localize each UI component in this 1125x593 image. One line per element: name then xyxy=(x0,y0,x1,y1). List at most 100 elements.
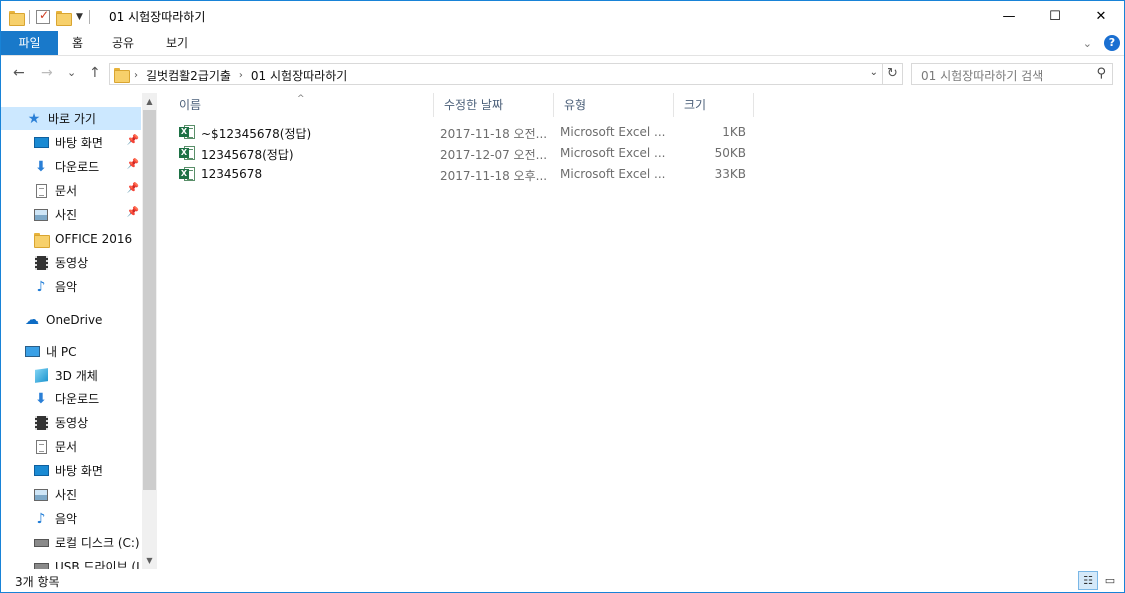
tab-home[interactable]: 홈 xyxy=(58,31,97,55)
sidebar-item-pc-pictures[interactable]: 사진 xyxy=(1,483,141,506)
search-icon[interactable]: ⚲ xyxy=(1096,66,1106,81)
pin-icon[interactable]: 📌 xyxy=(127,183,139,194)
navigation-pane: ★ 바로 가기 바탕 화면 📌 ⬇ 다운로드 📌 문서 📌 사진 � xyxy=(1,93,157,569)
file-name: ~$12345678(정답) xyxy=(201,127,312,141)
up-button[interactable]: ↑ xyxy=(89,65,101,81)
download-icon: ⬇ xyxy=(35,158,47,175)
help-icon[interactable]: ? xyxy=(1104,35,1120,51)
sidebar-item-label: 내 PC xyxy=(46,345,77,359)
sidebar-item-pc-documents[interactable]: 문서 xyxy=(1,435,141,458)
sidebar-item-pictures[interactable]: 사진 📌 xyxy=(1,203,141,226)
details-view-button[interactable]: ☷ xyxy=(1078,571,1098,590)
breadcrumb-item[interactable]: 01 시험장따라하기 xyxy=(251,67,347,84)
file-row[interactable]: X ~$12345678(정답) 2017-11-18 오전... Micros… xyxy=(169,122,749,143)
sidebar-item-label: 바탕 화면 xyxy=(55,464,103,478)
file-type: Microsoft Excel ... xyxy=(560,125,666,139)
sidebar-item-label: 바로 가기 xyxy=(48,112,96,126)
minimize-button[interactable]: — xyxy=(986,1,1032,31)
sidebar-item-this-pc[interactable]: 내 PC xyxy=(1,340,141,363)
file-name: 12345678(정답) xyxy=(201,148,294,162)
music-icon: ♪ xyxy=(36,278,46,295)
status-bar: 3개 항목 ☷ ▭ xyxy=(1,570,1124,592)
sidebar-item-onedrive[interactable]: ☁ OneDrive xyxy=(1,308,141,331)
search-input[interactable]: 01 시험장따라하기 검색 ⚲ xyxy=(911,63,1113,85)
properties-icon[interactable] xyxy=(36,8,50,24)
new-folder-icon[interactable] xyxy=(56,10,72,26)
refresh-button[interactable]: ↻ xyxy=(883,63,903,85)
breadcrumb-item[interactable]: 길벗컴활2급기출 xyxy=(146,67,231,84)
sidebar-item-pc-music[interactable]: ♪ 음악 xyxy=(1,507,141,530)
sidebar-item-label: 음악 xyxy=(55,280,78,294)
pin-icon[interactable]: 📌 xyxy=(127,159,139,170)
column-header-label: 이름 xyxy=(179,98,202,112)
address-history-icon[interactable]: ⌄ xyxy=(870,67,878,78)
column-header-date[interactable]: 수정한 날짜 xyxy=(434,93,554,117)
ribbon-tabs: 파일 홈 공유 보기 ⌄ ? xyxy=(1,31,1124,56)
item-count: 3개 항목 xyxy=(15,575,60,589)
sidebar-item-documents[interactable]: 문서 📌 xyxy=(1,179,141,202)
3d-objects-icon xyxy=(34,368,48,383)
sidebar-item-pc-downloads[interactable]: ⬇ 다운로드 xyxy=(1,387,141,410)
sidebar-item-label: 다운로드 xyxy=(55,160,100,174)
sidebar-item-downloads[interactable]: ⬇ 다운로드 📌 xyxy=(1,155,141,178)
scroll-up-icon[interactable]: ▲ xyxy=(142,93,157,110)
sidebar-scrollbar[interactable]: ▲ ▼ xyxy=(142,93,157,569)
navigation-bar: ← → ⌄ ↑ › 길벗컴활2급기출 › 01 시험장따라하기 ⌄ ↻ 01 시… xyxy=(1,57,1124,91)
recent-locations-button[interactable]: ⌄ xyxy=(67,66,76,79)
sidebar-item-music[interactable]: ♪ 음악 xyxy=(1,275,141,298)
pin-icon[interactable]: 📌 xyxy=(127,207,139,218)
column-header-size[interactable]: 크기 xyxy=(674,93,754,117)
back-button[interactable]: ← xyxy=(13,65,25,81)
sidebar-item-label: USB 드라이브 (I xyxy=(55,560,140,569)
sidebar-item-label: 음악 xyxy=(55,512,78,526)
forward-button[interactable]: → xyxy=(41,65,53,81)
sidebar-item-label: 3D 개체 xyxy=(55,369,98,383)
sidebar-item-quick-access[interactable]: ★ 바로 가기 xyxy=(1,107,141,130)
scroll-down-icon[interactable]: ▼ xyxy=(142,552,157,569)
large-icons-view-button[interactable]: ▭ xyxy=(1100,571,1120,590)
breadcrumb-separator-icon[interactable]: › xyxy=(239,70,243,81)
video-icon xyxy=(34,255,48,270)
file-size: 33KB xyxy=(714,167,746,181)
file-date: 2017-11-18 오전... xyxy=(440,127,548,141)
excel-file-icon: X xyxy=(179,166,195,182)
breadcrumb: › 길벗컴활2급기출 › 01 시험장따라하기 xyxy=(134,67,347,84)
picture-icon xyxy=(34,208,48,221)
divider xyxy=(88,10,90,24)
breadcrumb-separator-icon[interactable]: › xyxy=(134,70,138,81)
tab-view[interactable]: 보기 xyxy=(152,31,202,55)
file-row[interactable]: X 12345678(정답) 2017-12-07 오전... Microsof… xyxy=(169,143,749,164)
sidebar-item-pc-desktop[interactable]: 바탕 화면 xyxy=(1,459,141,482)
folder-icon xyxy=(9,10,25,26)
sidebar-item-local-disk[interactable]: 로컬 디스크 (C:) xyxy=(1,531,141,554)
title-bar: ▼ 01 시험장따라하기 — ☐ ✕ xyxy=(1,1,1124,31)
sidebar-item-3d-objects[interactable]: 3D 개체 xyxy=(1,364,141,387)
close-button[interactable]: ✕ xyxy=(1078,1,1124,31)
music-icon: ♪ xyxy=(36,510,46,527)
excel-file-icon: X xyxy=(179,145,195,161)
sidebar-item-videos[interactable]: 동영상 xyxy=(1,251,141,274)
column-header-name[interactable]: 이름 ^ xyxy=(169,93,434,117)
pin-icon[interactable]: 📌 xyxy=(127,135,139,146)
video-icon xyxy=(34,415,48,430)
sidebar-item-office-2016[interactable]: OFFICE 2016 xyxy=(1,227,141,250)
tab-file[interactable]: 파일 xyxy=(1,31,58,55)
download-icon: ⬇ xyxy=(35,390,47,407)
sidebar-item-usb-drive[interactable]: USB 드라이브 (I xyxy=(1,555,141,569)
maximize-button[interactable]: ☐ xyxy=(1032,1,1078,31)
file-date: 2017-12-07 오전... xyxy=(440,148,548,162)
file-row[interactable]: X 12345678 2017-11-18 오후... Microsoft Ex… xyxy=(169,164,749,185)
column-header-type[interactable]: 유형 xyxy=(554,93,674,117)
customize-toolbar-icon[interactable]: ▼ xyxy=(76,12,83,22)
address-bar[interactable]: › 길벗컴활2급기출 › 01 시험장따라하기 ⌄ xyxy=(109,63,883,85)
tab-share[interactable]: 공유 xyxy=(98,31,148,55)
expand-ribbon-icon[interactable]: ⌄ xyxy=(1083,37,1092,50)
sidebar-item-label: 사진 xyxy=(55,488,78,502)
file-size: 1KB xyxy=(722,125,746,139)
scroll-thumb[interactable] xyxy=(143,110,156,490)
sidebar-item-desktop[interactable]: 바탕 화면 📌 xyxy=(1,131,141,154)
sidebar-item-pc-videos[interactable]: 동영상 xyxy=(1,411,141,434)
sidebar-item-label: 문서 xyxy=(55,440,78,454)
picture-icon xyxy=(34,488,48,501)
sidebar-item-label: 사진 xyxy=(55,208,78,222)
